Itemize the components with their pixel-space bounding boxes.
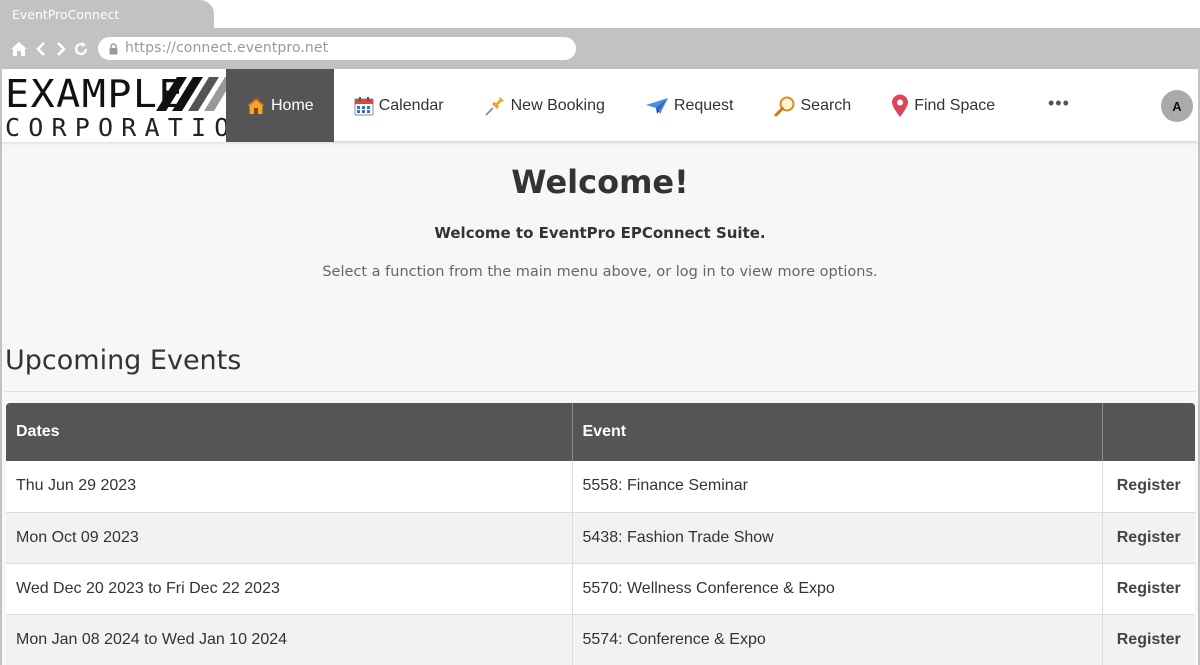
welcome-hint: Select a function from the main menu abo… bbox=[322, 264, 878, 280]
url-text: https://connect.eventpro.net bbox=[125, 40, 329, 56]
logo-stripes bbox=[156, 77, 226, 111]
company-logo[interactable]: EXAMPLE CORPORATION bbox=[2, 69, 253, 142]
event-dates: Thu Jun 29 2023 bbox=[6, 461, 573, 513]
top-navigation: EXAMPLE CORPORATION Home Calendar New Bo… bbox=[2, 69, 1198, 142]
column-header-event[interactable]: Event bbox=[572, 403, 1103, 461]
main-menu: Home Calendar New Booking Request Search… bbox=[226, 69, 1015, 142]
nav-calendar-label: Calendar bbox=[378, 96, 444, 114]
event-dates: Mon Jan 08 2024 to Wed Jan 10 2024 bbox=[6, 614, 573, 665]
event-name: 5558: Finance Seminar bbox=[572, 461, 1103, 513]
lock-icon bbox=[109, 42, 118, 60]
nav-find-space-label: Find Space bbox=[914, 96, 996, 114]
reload-icon[interactable] bbox=[72, 40, 90, 58]
table-row: Mon Jan 08 2024 to Wed Jan 10 2024 5574:… bbox=[6, 614, 1195, 665]
event-name: 5570: Wellness Conference & Expo bbox=[572, 563, 1103, 615]
table-header-row: Dates Event bbox=[6, 403, 1195, 461]
column-header-action bbox=[1102, 403, 1195, 461]
events-table: Dates Event Thu Jun 29 2023 5558: Financ… bbox=[6, 403, 1195, 665]
back-arrow-icon[interactable] bbox=[34, 40, 52, 58]
table-row: Wed Dec 20 2023 to Fri Dec 22 2023 5570:… bbox=[6, 563, 1195, 615]
browser-tabstrip: EventProConnect bbox=[0, 0, 1200, 28]
nav-search-label: Search bbox=[800, 96, 852, 114]
magnifier-icon bbox=[774, 95, 796, 117]
map-pin-icon bbox=[891, 94, 909, 118]
nav-find-space[interactable]: Find Space bbox=[871, 69, 1015, 142]
event-name: 5574: Conference & Expo bbox=[572, 614, 1103, 665]
home-icon[interactable] bbox=[10, 40, 28, 58]
nav-new-booking-label: New Booking bbox=[510, 96, 605, 114]
welcome-subtitle: Welcome to EventPro EPConnect Suite. bbox=[434, 224, 766, 242]
nav-search[interactable]: Search bbox=[754, 69, 872, 142]
forward-arrow-icon[interactable] bbox=[54, 40, 72, 58]
register-link[interactable]: Register bbox=[1117, 580, 1181, 597]
welcome-title: Welcome! bbox=[511, 163, 689, 201]
nav-request-label: Request bbox=[673, 96, 734, 114]
event-dates: Mon Oct 09 2023 bbox=[6, 512, 573, 564]
user-avatar[interactable]: A bbox=[1161, 90, 1193, 122]
nav-new-booking[interactable]: New Booking bbox=[464, 69, 625, 142]
address-bar[interactable]: https://connect.eventpro.net bbox=[98, 37, 576, 60]
table-row: Thu Jun 29 2023 5558: Finance Seminar Re… bbox=[6, 461, 1195, 513]
calendar-icon bbox=[354, 96, 374, 116]
register-link[interactable]: Register bbox=[1117, 529, 1181, 546]
section-divider bbox=[5, 391, 1195, 392]
more-menu-button[interactable]: ••• bbox=[1048, 93, 1070, 114]
logo-line-2: CORPORATION bbox=[5, 113, 261, 142]
browser-tab[interactable]: EventProConnect bbox=[0, 0, 214, 28]
browser-toolbar: https://connect.eventpro.net bbox=[0, 28, 1200, 69]
app-window: EXAMPLE CORPORATION Home Calendar New Bo… bbox=[2, 69, 1198, 665]
register-link[interactable]: Register bbox=[1117, 631, 1181, 648]
house-icon bbox=[246, 97, 266, 115]
event-dates: Wed Dec 20 2023 to Fri Dec 22 2023 bbox=[6, 563, 573, 615]
upcoming-events-title: Upcoming Events bbox=[5, 345, 242, 376]
nav-home[interactable]: Home bbox=[226, 69, 334, 142]
event-name: 5438: Fashion Trade Show bbox=[572, 512, 1103, 564]
pushpin-icon bbox=[484, 95, 506, 117]
column-header-dates[interactable]: Dates bbox=[6, 403, 573, 461]
register-link[interactable]: Register bbox=[1117, 477, 1181, 494]
nav-home-label: Home bbox=[271, 96, 314, 114]
table-row: Mon Oct 09 2023 5438: Fashion Trade Show… bbox=[6, 512, 1195, 564]
nav-calendar[interactable]: Calendar bbox=[334, 69, 464, 142]
nav-request[interactable]: Request bbox=[625, 69, 754, 142]
browser-tab-title: EventProConnect bbox=[12, 7, 120, 22]
paper-plane-icon bbox=[645, 97, 669, 115]
